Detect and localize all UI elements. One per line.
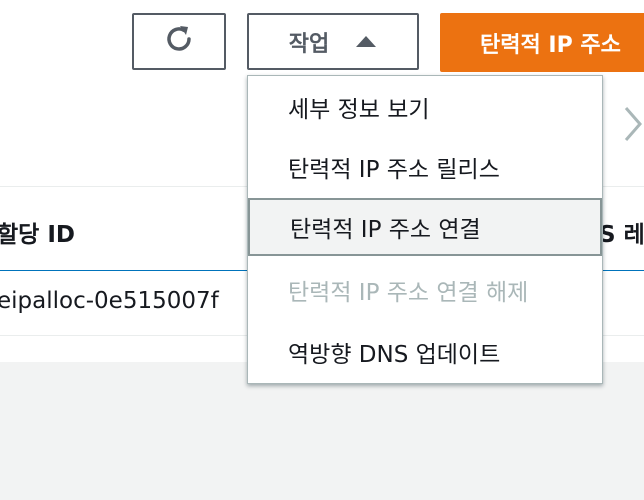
- actions-button[interactable]: 작업: [247, 13, 419, 70]
- refresh-button[interactable]: [132, 13, 226, 70]
- primary-button-label: 탄력적 IP 주소: [480, 32, 621, 58]
- chevron-right-icon[interactable]: [622, 104, 644, 148]
- menu-item-update-reverse-dns[interactable]: 역방향 DNS 업데이트: [248, 323, 602, 381]
- refresh-icon: [162, 22, 196, 62]
- actions-button-label: 작업: [288, 31, 330, 57]
- menu-item-release-address[interactable]: 탄력적 IP 주소 릴리스: [248, 138, 602, 196]
- menu-item-associate-address[interactable]: 탄력적 IP 주소 연결: [248, 198, 602, 256]
- allocation-id-cell: eipalloc-0e515007f: [0, 288, 219, 314]
- caret-up-icon: [355, 29, 377, 54]
- column-header-allocation-id[interactable]: 할당 ID: [0, 215, 75, 249]
- allocate-elastic-ip-button[interactable]: 탄력적 IP 주소: [440, 13, 644, 72]
- menu-item-disassociate-address: 탄력적 IP 주소 연결 해제: [288, 280, 529, 306]
- menu-item-view-details[interactable]: 세부 정보 보기: [248, 78, 602, 136]
- column-header-reverse-dns[interactable]: S 레: [599, 215, 644, 249]
- actions-dropdown-menu: 세부 정보 보기 탄력적 IP 주소 릴리스 탄력적 IP 주소 연결 탄력적 …: [247, 75, 603, 384]
